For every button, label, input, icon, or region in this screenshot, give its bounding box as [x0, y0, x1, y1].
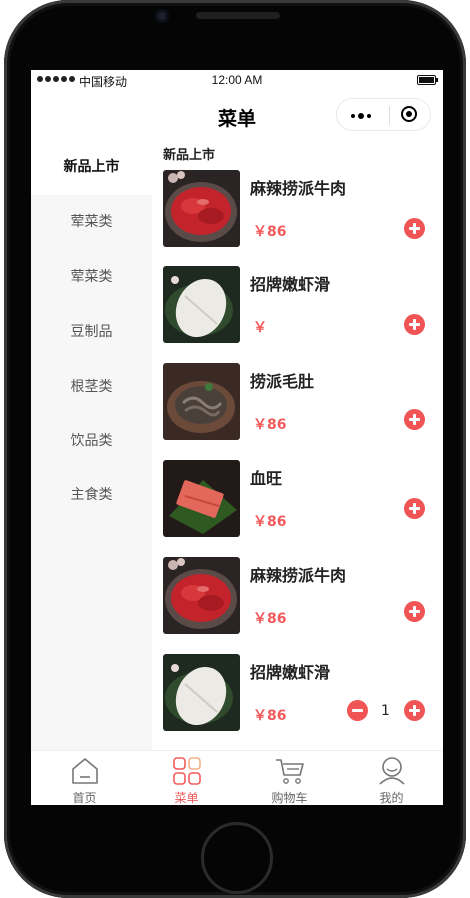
product-list: 新品上市 麻辣捞派牛肉 ￥86 招牌嫩虾滑 ￥ 捞派毛肚 ￥86 血旺 ￥86 … — [152, 140, 443, 750]
grid-menu-icon — [173, 757, 201, 785]
list-item[interactable]: 血旺 ￥86 — [163, 460, 435, 538]
tab-home[interactable]: 首页 — [33, 751, 136, 805]
list-item[interactable]: 招牌嫩虾滑 ￥86 1 — [163, 654, 435, 732]
navigation-bar: 菜单 — [31, 90, 443, 140]
beef-image — [163, 557, 240, 634]
front-camera — [155, 9, 169, 23]
sidebar-item-tofu[interactable]: 豆制品 — [31, 305, 152, 360]
sidebar-item-meat-1[interactable]: 荤菜类 — [31, 195, 152, 250]
item-price: ￥ — [253, 320, 267, 336]
tab-label: 菜单 — [174, 791, 199, 805]
earpiece-speaker — [196, 12, 280, 19]
tab-label: 我的 — [379, 791, 404, 805]
sidebar-item-drinks[interactable]: 饮品类 — [31, 415, 152, 468]
close-miniprogram-icon[interactable] — [401, 106, 417, 122]
tab-label: 购物车 — [271, 791, 308, 805]
shrimp-paste-image — [163, 654, 240, 731]
profile-icon — [379, 757, 405, 785]
status-bar: 中国移动 12:00 AM — [31, 70, 443, 90]
home-button[interactable] — [201, 822, 273, 894]
home-icon — [72, 758, 98, 784]
section-title: 新品上市 — [163, 148, 216, 163]
sidebar-item-staples[interactable]: 主食类 — [31, 468, 152, 523]
shrimp-paste-image — [163, 266, 240, 343]
mini-program-capsule — [336, 98, 431, 131]
remove-button[interactable] — [347, 700, 368, 721]
blood-tofu-image — [163, 460, 240, 537]
cart-icon — [276, 759, 304, 784]
capsule-divider — [389, 106, 390, 125]
add-button[interactable] — [404, 601, 425, 622]
item-name: 血旺 — [250, 469, 283, 488]
sidebar-item-new[interactable]: 新品上市 — [31, 140, 152, 195]
bottom-tab-bar: 首页 菜单 购物车 我的 — [31, 750, 443, 805]
sidebar-item-roots[interactable]: 根茎类 — [31, 360, 152, 415]
item-name: 招牌嫩虾滑 — [250, 275, 331, 294]
add-button[interactable] — [404, 498, 425, 519]
item-price: ￥86 — [253, 514, 287, 530]
item-name: 招牌嫩虾滑 — [250, 663, 331, 682]
more-icon[interactable] — [351, 113, 371, 119]
list-item[interactable]: 招牌嫩虾滑 ￥ — [163, 266, 435, 344]
tab-label: 首页 — [72, 791, 97, 805]
item-price: ￥86 — [253, 611, 287, 627]
add-button[interactable] — [404, 700, 425, 721]
add-button[interactable] — [404, 409, 425, 430]
list-item[interactable]: 麻辣捞派牛肉 ￥86 — [163, 557, 435, 635]
tab-cart[interactable]: 购物车 — [238, 751, 341, 805]
status-time: 12:00 AM — [211, 73, 263, 87]
sidebar-item-meat-2[interactable]: 荤菜类 — [31, 250, 152, 305]
category-sidebar: 新品上市 荤菜类 荤菜类 豆制品 根茎类 饮品类 主食类 — [31, 140, 152, 750]
item-name: 捞派毛肚 — [250, 372, 315, 391]
item-price: ￥86 — [253, 417, 287, 433]
item-price: ￥86 — [253, 708, 287, 724]
tripe-image — [163, 363, 240, 440]
item-name: 麻辣捞派牛肉 — [250, 179, 347, 198]
add-button[interactable] — [404, 218, 425, 239]
beef-image — [163, 170, 240, 247]
item-price: ￥86 — [253, 224, 287, 240]
list-item[interactable]: 捞派毛肚 ￥86 — [163, 363, 435, 441]
tab-profile[interactable]: 我的 — [340, 751, 443, 805]
add-button[interactable] — [404, 314, 425, 335]
battery-icon — [417, 75, 438, 85]
phone-frame: 中国移动 12:00 AM 菜单 新品上市 荤菜类 荤菜类 豆制品 根茎类 饮品… — [4, 0, 466, 898]
screen: 中国移动 12:00 AM 菜单 新品上市 荤菜类 荤菜类 豆制品 根茎类 饮品… — [31, 70, 443, 805]
list-item[interactable]: 麻辣捞派牛肉 ￥86 — [163, 170, 435, 248]
item-name: 麻辣捞派牛肉 — [250, 566, 347, 585]
tab-menu[interactable]: 菜单 — [135, 751, 238, 805]
quantity-value: 1 — [381, 703, 390, 719]
